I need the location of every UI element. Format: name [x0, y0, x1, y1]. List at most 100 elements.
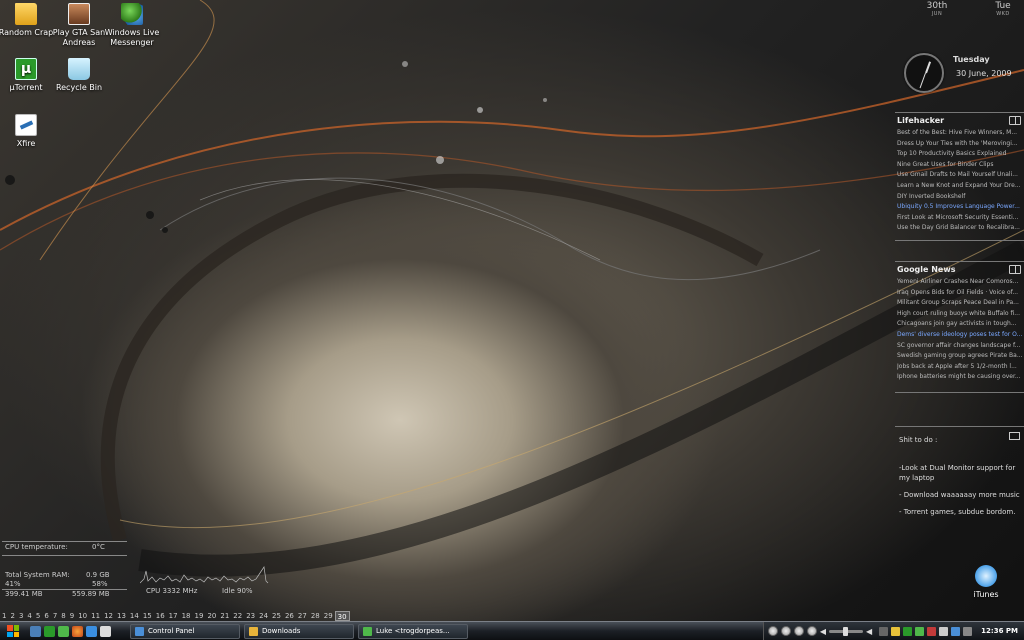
desktop-switch-icon[interactable] — [30, 625, 41, 637]
desktop-pager: 1 2 3 4 5 6 7 8 9 10 11 12 13 14 15 16 17 18 19 20 21 22 23 24 2… — [0, 611, 350, 621]
pager-desktop-6[interactable]: 6 — [42, 611, 50, 621]
pager-desktop-23[interactable]: 23 — [244, 611, 257, 621]
pager-desktop-5[interactable]: 5 — [34, 611, 42, 621]
xfire-icon[interactable] — [100, 625, 111, 637]
notes-title: Shit to do : — [895, 430, 1024, 444]
pager-desktop-8[interactable]: 8 — [59, 611, 67, 621]
pager-desktop-12[interactable]: 12 — [102, 611, 115, 621]
folder-icon — [249, 626, 258, 636]
shield-icon[interactable] — [891, 626, 901, 636]
pager-desktop-10[interactable]: 10 — [76, 611, 89, 621]
book-icon[interactable] — [1009, 265, 1021, 274]
pager-desktop-27[interactable]: 27 — [296, 611, 309, 621]
utorrent-tray-icon[interactable] — [903, 626, 913, 636]
volume-slider[interactable] — [829, 626, 864, 636]
network-icon[interactable] — [951, 626, 961, 636]
stop-button[interactable] — [806, 626, 817, 636]
feed-item[interactable]: Ubiquity 0.5 Improves Language Power... — [897, 202, 1024, 213]
pager-desktop-21[interactable]: 21 — [218, 611, 231, 621]
pager-desktop-17[interactable]: 17 — [167, 611, 180, 621]
desktop-icon-label: Recycle Bin — [55, 83, 103, 92]
pager-desktop-16[interactable]: 16 — [154, 611, 167, 621]
google-news-feed: Google News Yemeni Airliner Crashes Near… — [895, 265, 1024, 383]
pager-desktop-2[interactable]: 2 — [8, 611, 16, 621]
show-desktop-icon[interactable] — [879, 626, 889, 636]
speaker-icon[interactable] — [963, 626, 973, 636]
note-line: - Download waaaaaay more music — [899, 491, 1020, 499]
feed-list-lifehacker: Best of the Best: Hive Five Winners, M..… — [895, 128, 1024, 234]
feed-item[interactable]: Jobs back at Apple after 5 1/2-month l..… — [897, 362, 1024, 373]
messenger-icon[interactable] — [58, 625, 69, 637]
pager-desktop-26[interactable]: 26 — [283, 611, 296, 621]
firefox-icon[interactable] — [72, 625, 83, 637]
feed-item[interactable]: Swedish gaming group agrees Pirate Ba... — [897, 351, 1024, 362]
next-track-button[interactable] — [793, 626, 804, 636]
desktop-icon-windows-live-messenger[interactable]: Windows Live Messenger — [96, 3, 168, 48]
messenger-tray-icon[interactable] — [915, 626, 925, 636]
pager-desktop-20[interactable]: 20 — [205, 611, 218, 621]
notes-gadget[interactable]: Shit to do : -Look at Dual Monitor suppo… — [895, 430, 1024, 524]
pager-desktop-22[interactable]: 22 — [231, 611, 244, 621]
pager-desktop-25[interactable]: 25 — [270, 611, 283, 621]
pager-desktop-9[interactable]: 9 — [68, 611, 76, 621]
pager-desktop-3[interactable]: 3 — [17, 611, 25, 621]
sidebar-divider — [895, 112, 1024, 113]
feed-item[interactable]: Dress Up Your Ties with the 'Merovingi..… — [897, 139, 1024, 150]
feed-item[interactable]: Learn a New Knot and Expand Your Dre... — [897, 181, 1024, 192]
feed-item[interactable]: Chicagoans join gay activists in tough..… — [897, 319, 1024, 330]
previous-track-button[interactable] — [767, 626, 778, 636]
pager-desktop-11[interactable]: 11 — [89, 611, 102, 621]
analog-clock[interactable] — [904, 53, 944, 93]
envelope-icon[interactable] — [1009, 432, 1020, 440]
pager-desktop-29[interactable]: 29 — [322, 611, 335, 621]
date-weekday: Tue — [995, 1, 1011, 11]
pager-desktop-15[interactable]: 15 — [141, 611, 154, 621]
feed-title-lifehacker: Lifehacker — [895, 116, 1024, 128]
feed-item[interactable]: High court ruling buoys white Buffalo fi… — [897, 309, 1024, 320]
task-label: Luke <trogdorpeas... — [376, 627, 450, 635]
feed-item[interactable]: Use the Day Grid Balancer to Recalibra..… — [897, 223, 1024, 234]
feed-item[interactable]: Top 10 Productivity Basics Explained — [897, 149, 1024, 160]
ram-value: 0.9 GB — [86, 571, 110, 579]
feed-item[interactable]: First Look at Microsoft Security Essenti… — [897, 213, 1024, 224]
pager-desktop-30[interactable]: 30 — [334, 611, 350, 621]
desktop-icon-itunes[interactable]: iTunes — [950, 565, 1022, 600]
feed-item[interactable]: Iphone batteries might be causing over..… — [897, 372, 1024, 383]
pager-desktop-28[interactable]: 28 — [309, 611, 322, 621]
task-downloads[interactable]: Downloads — [244, 623, 354, 639]
volume-icon[interactable]: ◀ — [820, 627, 826, 636]
taskbar-clock[interactable]: 12:36 PM — [981, 627, 1018, 635]
feed-item[interactable]: Iraq Opens Bids for Oil Fields · Voice o… — [897, 288, 1024, 299]
feed-title-text: Google News — [897, 265, 956, 274]
feed-item[interactable]: Militant Group Scraps Peace Deal in Pa..… — [897, 298, 1024, 309]
internet-explorer-icon[interactable] — [86, 625, 97, 637]
task-label: Downloads — [262, 627, 301, 635]
pager-desktop-18[interactable]: 18 — [180, 611, 193, 621]
task-messenger-chat[interactable]: Luke <trogdorpeas... — [358, 623, 468, 639]
feed-item[interactable]: Yemeni Airliner Crashes Near Comoros... — [897, 277, 1024, 288]
pager-desktop-7[interactable]: 7 — [51, 611, 59, 621]
volume-slider-thumb[interactable] — [843, 626, 849, 636]
play-button[interactable] — [780, 626, 791, 636]
feed-item[interactable]: DIY Inverted Bookshelf — [897, 192, 1024, 203]
feed-item[interactable]: Use Gmail Drafts to Mail Yourself Unali.… — [897, 170, 1024, 181]
start-button[interactable] — [0, 623, 26, 640]
cpu-temp-value: 0°C — [92, 543, 105, 551]
pager-desktop-14[interactable]: 14 — [128, 611, 141, 621]
book-icon[interactable] — [1009, 116, 1021, 125]
feed-item[interactable]: Best of the Best: Hive Five Winners, M..… — [897, 128, 1024, 139]
pager-desktop-19[interactable]: 19 — [193, 611, 206, 621]
xfire-tray-icon[interactable] — [939, 626, 949, 636]
task-control-panel[interactable]: Control Panel — [130, 623, 240, 639]
pager-desktop-24[interactable]: 24 — [257, 611, 270, 621]
desktop-icon-xfire[interactable]: Xfire — [0, 114, 62, 149]
desktop-icon-recycle-bin[interactable]: Recycle Bin — [43, 58, 115, 93]
antivirus-icon[interactable] — [927, 626, 937, 636]
feed-item[interactable]: Dems' diverse ideology poses test for O.… — [897, 330, 1024, 341]
pager-desktop-4[interactable]: 4 — [25, 611, 33, 621]
pager-desktop-13[interactable]: 13 — [115, 611, 128, 621]
pager-desktop-1[interactable]: 1 — [0, 611, 8, 621]
feed-item[interactable]: Nine Great Uses for Binder Clips — [897, 160, 1024, 171]
feed-item[interactable]: SC governor affair changes landscape f..… — [897, 341, 1024, 352]
utorrent-icon[interactable] — [44, 625, 55, 637]
